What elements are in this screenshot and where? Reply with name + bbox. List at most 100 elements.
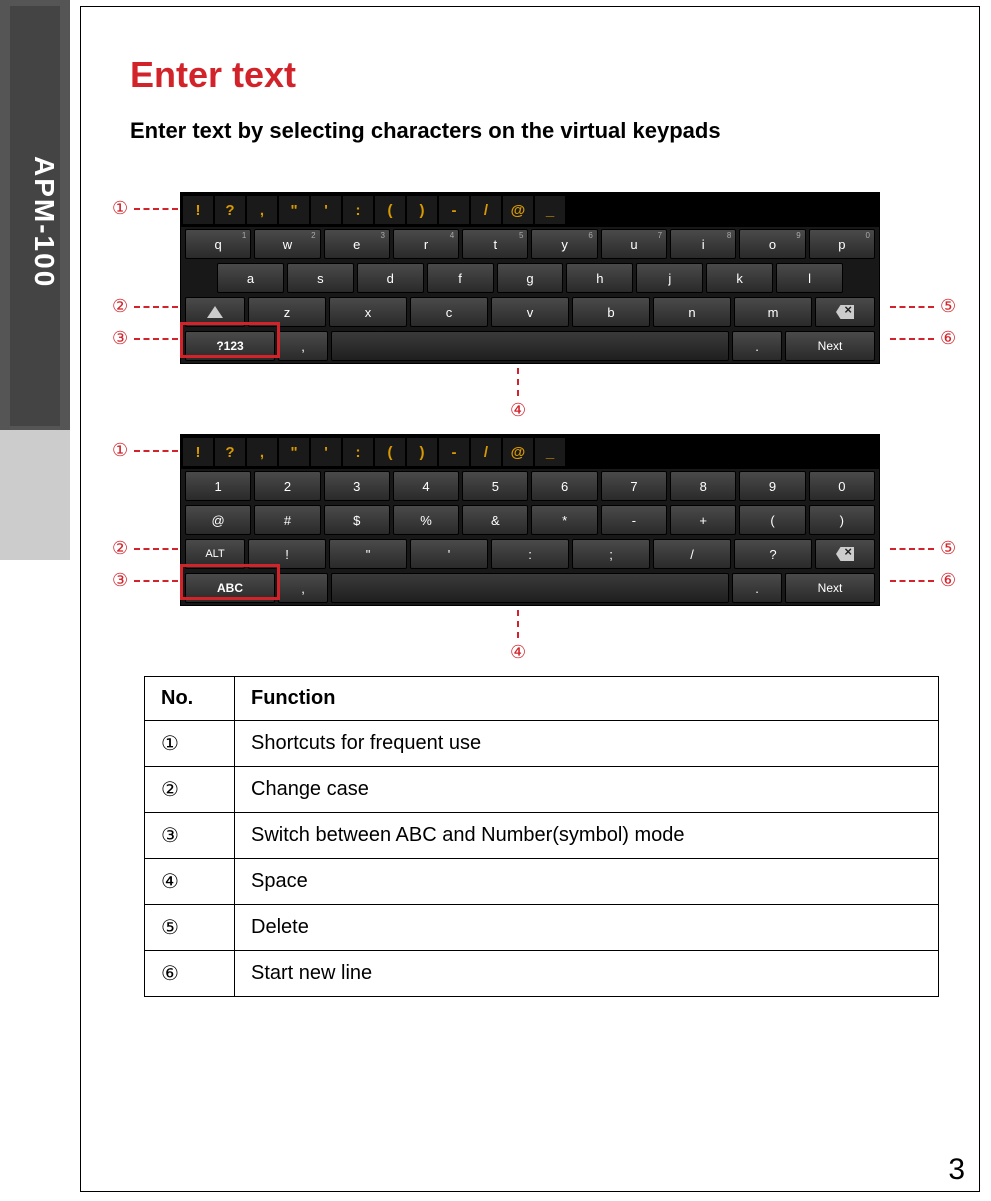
key[interactable]: p0 — [809, 229, 875, 259]
shortcut-key[interactable]: - — [439, 438, 469, 466]
key[interactable]: . — [732, 573, 782, 603]
shortcut-key[interactable]: " — [279, 196, 309, 224]
key[interactable]: / — [653, 539, 731, 569]
shortcut-key[interactable]: @ — [503, 438, 533, 466]
table-cell-func: Space — [235, 859, 939, 905]
shortcut-key[interactable]: ' — [311, 196, 341, 224]
next-key[interactable]: Next — [785, 573, 875, 603]
alt-key[interactable]: ALT — [185, 539, 245, 569]
key[interactable]: w2 — [254, 229, 320, 259]
key[interactable]: ) — [809, 505, 875, 535]
key[interactable]: 8 — [670, 471, 736, 501]
shortcut-key[interactable]: ( — [375, 196, 405, 224]
shortcut-key[interactable]: ? — [215, 196, 245, 224]
key[interactable]: 1 — [185, 471, 251, 501]
table-header-no: No. — [145, 677, 235, 721]
key[interactable]: m — [734, 297, 812, 327]
shortcut-key[interactable]: @ — [503, 196, 533, 224]
keyboard-num-block: !?,"':()-/@_1234567890@#$%&*-+()ALT!"':;… — [180, 434, 950, 606]
key[interactable]: - — [601, 505, 667, 535]
callout-3-left: ③ — [112, 328, 178, 349]
key[interactable]: u7 — [601, 229, 667, 259]
backspace-key[interactable] — [815, 539, 875, 569]
shortcut-key[interactable]: ! — [183, 196, 213, 224]
shortcut-key[interactable]: , — [247, 196, 277, 224]
shortcut-key[interactable]: " — [279, 438, 309, 466]
key[interactable]: ! — [248, 539, 326, 569]
shortcut-key[interactable]: / — [471, 438, 501, 466]
key[interactable]: c — [410, 297, 488, 327]
key[interactable]: d — [357, 263, 424, 293]
next-key[interactable]: Next — [785, 331, 875, 361]
key[interactable]: o9 — [739, 229, 805, 259]
key[interactable]: s — [287, 263, 354, 293]
key[interactable]: " — [329, 539, 407, 569]
shortcut-key[interactable]: ? — [215, 438, 245, 466]
callout-5-right-b: ⑤ — [890, 538, 956, 559]
key[interactable]: ; — [572, 539, 650, 569]
key[interactable]: ' — [410, 539, 488, 569]
key[interactable]: 2 — [254, 471, 320, 501]
key[interactable]: v — [491, 297, 569, 327]
key[interactable]: 7 — [601, 471, 667, 501]
shift-key[interactable] — [185, 297, 245, 327]
shortcut-key[interactable]: ( — [375, 438, 405, 466]
side-gray-block — [0, 430, 70, 560]
space-key[interactable] — [331, 331, 729, 361]
shortcut-key[interactable]: _ — [535, 438, 565, 466]
key[interactable]: ? — [734, 539, 812, 569]
key[interactable]: l — [776, 263, 843, 293]
key[interactable]: g — [497, 263, 564, 293]
shortcut-key[interactable]: : — [343, 196, 373, 224]
shortcut-key[interactable]: / — [471, 196, 501, 224]
key[interactable]: i8 — [670, 229, 736, 259]
key[interactable]: 5 — [462, 471, 528, 501]
shortcut-key[interactable]: _ — [535, 196, 565, 224]
key[interactable]: 4 — [393, 471, 459, 501]
key[interactable]: + — [670, 505, 736, 535]
key[interactable]: 0 — [809, 471, 875, 501]
key[interactable]: q1 — [185, 229, 251, 259]
key[interactable]: b — [572, 297, 650, 327]
key[interactable]: @ — [185, 505, 251, 535]
key[interactable]: a — [217, 263, 284, 293]
shortcut-key[interactable]: ! — [183, 438, 213, 466]
key[interactable]: * — [531, 505, 597, 535]
key[interactable]: ( — [739, 505, 805, 535]
space-key[interactable] — [331, 573, 729, 603]
key[interactable]: k — [706, 263, 773, 293]
key[interactable]: t5 — [462, 229, 528, 259]
key[interactable]: 3 — [324, 471, 390, 501]
shortcut-key[interactable]: - — [439, 196, 469, 224]
key[interactable]: j — [636, 263, 703, 293]
key[interactable]: & — [462, 505, 528, 535]
shortcut-key[interactable]: : — [343, 438, 373, 466]
shortcut-key[interactable]: ) — [407, 438, 437, 466]
shortcut-key[interactable]: , — [247, 438, 277, 466]
shortcut-key[interactable]: ' — [311, 438, 341, 466]
key[interactable]: y6 — [531, 229, 597, 259]
key[interactable]: h — [566, 263, 633, 293]
mode-switch-key[interactable]: ABC — [185, 573, 275, 603]
shortcut-key[interactable]: ) — [407, 196, 437, 224]
key[interactable]: , — [278, 573, 328, 603]
key[interactable]: 6 — [531, 471, 597, 501]
key[interactable]: n — [653, 297, 731, 327]
key[interactable]: e3 — [324, 229, 390, 259]
key[interactable]: : — [491, 539, 569, 569]
callout-2-left: ② — [112, 296, 178, 317]
key[interactable]: 9 — [739, 471, 805, 501]
backspace-key[interactable] — [815, 297, 875, 327]
key[interactable]: % — [393, 505, 459, 535]
table-cell-func: Start new line — [235, 951, 939, 997]
key[interactable]: r4 — [393, 229, 459, 259]
key[interactable]: $ — [324, 505, 390, 535]
key[interactable]: . — [732, 331, 782, 361]
key[interactable]: z — [248, 297, 326, 327]
key[interactable]: x — [329, 297, 407, 327]
mode-switch-key[interactable]: ?123 — [185, 331, 275, 361]
key[interactable]: # — [254, 505, 320, 535]
key[interactable]: , — [278, 331, 328, 361]
key[interactable]: f — [427, 263, 494, 293]
page-title: Enter text — [130, 54, 950, 96]
